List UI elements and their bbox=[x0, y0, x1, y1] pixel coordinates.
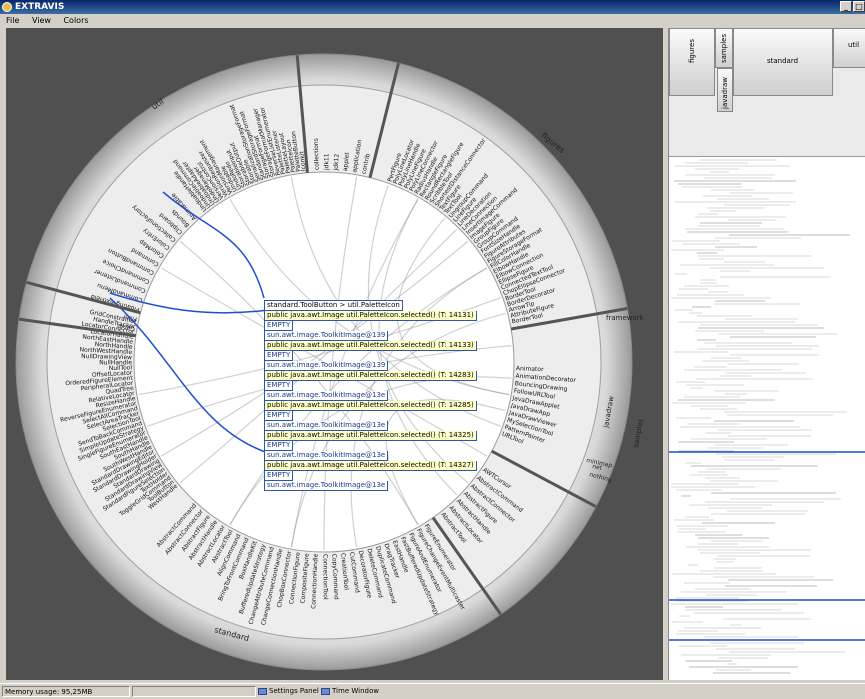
tooltip-row-empty: EMPTY bbox=[264, 321, 294, 331]
minimap-treemap[interactable]: figures samples javadraw standard util bbox=[669, 28, 865, 157]
minimize-button[interactable]: _ bbox=[840, 1, 852, 12]
treemap-cell-util[interactable]: util bbox=[833, 28, 865, 68]
window-icon bbox=[258, 687, 267, 695]
maximize-button[interactable]: □ bbox=[853, 1, 865, 12]
tooltip-row-obj: sun.awt.image.ToolkitImage@139 bbox=[264, 361, 389, 371]
tooltip-row-call: public java.awt.Image util.PaletteIcon.s… bbox=[264, 431, 477, 441]
treemap-cell-samples[interactable]: samples bbox=[715, 28, 733, 68]
window-title: EXTRAVIS bbox=[15, 2, 65, 12]
tooltip-row-obj: sun.awt.image.ToolkitImage@13e bbox=[264, 391, 389, 401]
tooltip-row-empty: EMPTY bbox=[264, 381, 294, 391]
treemap-cell-figures[interactable]: figures bbox=[669, 28, 715, 96]
class-label-misc[interactable]: collections bbox=[313, 138, 321, 170]
treemap-cell-javadraw[interactable]: javadraw bbox=[717, 68, 733, 112]
call-tooltip: standard.ToolButton > util.PaletteIcon p… bbox=[264, 300, 510, 491]
menu-bar: File View Colors bbox=[0, 14, 865, 28]
tooltip-row-obj: sun.awt.image.ToolkitImage@13e bbox=[264, 481, 389, 491]
treemap-label-javadraw: javadraw bbox=[721, 76, 729, 109]
time-window-button[interactable]: Time Window bbox=[321, 685, 379, 697]
settings-panel-label: Settings Panel bbox=[269, 687, 319, 695]
circular-bundle-view[interactable]: UndoableHandle UndoableCommand UndoableAda… bbox=[6, 28, 663, 680]
title-bar: EXTRAVIS _ □ bbox=[0, 0, 865, 14]
minimap-panel[interactable]: figures samples javadraw standard util bbox=[668, 28, 865, 680]
tooltip-row-empty: EMPTY bbox=[264, 351, 294, 361]
status-spacer bbox=[132, 686, 256, 697]
tooltip-row-call: public java.awt.Image util.PaletteIcon.s… bbox=[264, 461, 477, 471]
tooltip-row-empty: EMPTY bbox=[264, 411, 294, 421]
tooltip-rows: public java.awt.Image util.PaletteIcon.s… bbox=[264, 311, 510, 491]
status-bar: Memory usage: 95,25MB Settings Panel Tim… bbox=[0, 683, 865, 699]
window-controls: _ □ bbox=[840, 1, 865, 12]
time-window-label: Time Window bbox=[332, 687, 379, 695]
tooltip-row-empty: EMPTY bbox=[264, 471, 294, 481]
tooltip-row-obj: sun.awt.image.ToolkitImage@13e bbox=[264, 451, 389, 461]
class-label-misc[interactable]: jdk11 bbox=[323, 153, 330, 171]
class-label-standard[interactable]: ConnectionTool bbox=[322, 554, 329, 600]
segment-label-framework[interactable]: framework bbox=[606, 314, 645, 322]
treemap-label-samples: samples bbox=[720, 33, 728, 63]
treemap-cell-standard[interactable]: standard bbox=[733, 28, 833, 96]
menu-file[interactable]: File bbox=[6, 16, 19, 25]
tooltip-row-empty: EMPTY bbox=[264, 441, 294, 451]
memory-usage: Memory usage: 95,25MB bbox=[2, 686, 130, 697]
trace-overview[interactable] bbox=[669, 156, 865, 680]
settings-panel-button[interactable]: Settings Panel bbox=[258, 685, 319, 697]
menu-colors[interactable]: Colors bbox=[63, 16, 88, 25]
tooltip-row-call: public java.awt.Image util.PaletteIcon.s… bbox=[264, 401, 477, 411]
treemap-label-util: util bbox=[848, 41, 860, 49]
tooltip-row-call: public java.awt.Image util.PaletteIcon.s… bbox=[264, 341, 477, 351]
window-icon bbox=[321, 687, 330, 695]
tooltip-header: standard.ToolButton > util.PaletteIcon bbox=[264, 300, 403, 311]
tooltip-row-call: public java.awt.Image util.PaletteIcon.s… bbox=[264, 311, 477, 321]
class-label-misc[interactable]: jdk12 bbox=[333, 153, 341, 171]
tooltip-row-call: public java.awt.Image util.PaletteIcon.s… bbox=[264, 371, 477, 381]
app-icon bbox=[2, 2, 12, 12]
segment-label-samples[interactable]: samples bbox=[632, 418, 645, 448]
tooltip-row-obj: sun.awt.image.ToolkitImage@139 bbox=[264, 331, 389, 341]
treemap-label-standard: standard bbox=[767, 57, 799, 65]
treemap-label-figures: figures bbox=[688, 39, 696, 63]
tooltip-row-obj: sun.awt.image.ToolkitImage@13e bbox=[264, 421, 389, 431]
menu-view[interactable]: View bbox=[32, 16, 51, 25]
